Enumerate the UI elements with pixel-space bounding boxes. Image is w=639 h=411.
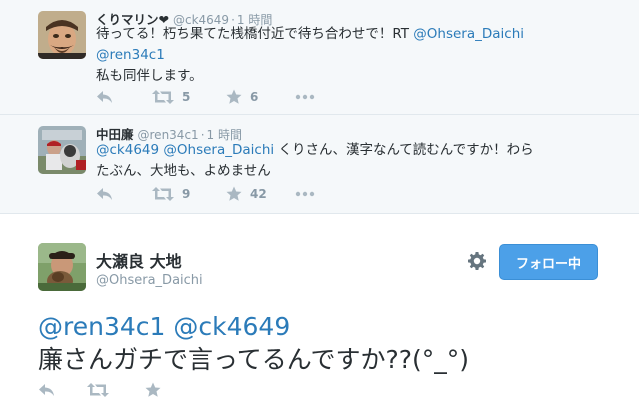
retweet-button[interactable] bbox=[87, 381, 109, 399]
retweet-icon bbox=[87, 383, 109, 397]
screen-name[interactable]: @Ohsera_Daichi bbox=[96, 273, 203, 288]
tweet-text-part: くりさん、漢字なんて読むんですか！わら bbox=[274, 142, 534, 158]
retweet-icon bbox=[152, 90, 174, 104]
gear-icon bbox=[467, 252, 487, 275]
tweet-text-part: 待ってる！朽ち果てた桟橋付近で待ち合わせで！RT bbox=[96, 26, 414, 42]
tweet-text: @ren34c1 @ck4649 廉さんガチで言ってるんですか??(°_°) bbox=[38, 310, 469, 376]
more-button[interactable] bbox=[295, 88, 315, 106]
more-button[interactable] bbox=[295, 185, 315, 203]
retweet-button[interactable]: 9 bbox=[152, 185, 190, 203]
mention-link[interactable]: @Ohsera_Daichi bbox=[413, 26, 524, 42]
retweet-count: 5 bbox=[182, 90, 191, 104]
avatar[interactable] bbox=[38, 11, 86, 59]
favorite-icon bbox=[145, 382, 161, 398]
favorite-count: 42 bbox=[250, 187, 267, 201]
mention-link[interactable]: @ren34c1 bbox=[96, 47, 165, 63]
reply-tweet[interactable]: くりマリン❤ @ck4649 · 1 時間 待ってる！朽ち果てた桟橋付近で待ち合わせで… bbox=[0, 0, 639, 114]
tweet-actions: 9 42 bbox=[96, 185, 356, 203]
retweet-icon bbox=[152, 187, 174, 201]
favorite-button[interactable] bbox=[145, 381, 161, 399]
mention-link[interactable]: @ck4649 bbox=[96, 142, 159, 158]
reply-icon bbox=[96, 90, 114, 104]
tweet-actions bbox=[38, 381, 238, 399]
tweet-text-part: 私も同伴します。 bbox=[96, 68, 203, 84]
mention-link[interactable]: @ck4649 bbox=[173, 312, 290, 341]
favorite-button[interactable]: 6 bbox=[226, 88, 258, 106]
conversation-replies: くりマリン❤ @ck4649 · 1 時間 待ってる！朽ち果てた桟橋付近で待ち合わせで… bbox=[0, 0, 639, 213]
retweet-count: 9 bbox=[182, 187, 191, 201]
reply-button[interactable] bbox=[96, 88, 114, 106]
favorite-count: 6 bbox=[250, 90, 259, 104]
more-icon bbox=[295, 191, 315, 197]
display-name[interactable]: 大瀬良 大地 bbox=[96, 248, 182, 272]
favorite-icon bbox=[226, 186, 242, 202]
favorite-icon bbox=[226, 89, 242, 105]
follow-button[interactable]: フォロー中 bbox=[499, 244, 598, 280]
tweet-text: 待ってる！朽ち果てた桟橋付近で待ち合わせで！RT @Ohsera_Daichi … bbox=[96, 24, 616, 87]
reply-icon bbox=[38, 383, 56, 397]
tweet-text-part: 廉さんガチで言ってるんですか??(°_°) bbox=[38, 345, 470, 374]
mention-link[interactable]: @Ohsera_Daichi bbox=[163, 142, 274, 158]
reply-button[interactable] bbox=[96, 185, 114, 203]
mention-link[interactable]: @ren34c1 bbox=[38, 312, 165, 341]
tweet-text: @ck4649 @Ohsera_Daichi くりさん、漢字なんて読むんですか！… bbox=[96, 140, 616, 182]
user-actions-button[interactable] bbox=[467, 251, 487, 271]
favorite-button[interactable]: 42 bbox=[226, 185, 267, 203]
divider bbox=[0, 213, 639, 214]
avatar[interactable] bbox=[38, 243, 86, 291]
reply-icon bbox=[96, 187, 114, 201]
more-icon bbox=[295, 94, 315, 100]
avatar[interactable] bbox=[38, 126, 86, 174]
tweet-actions: 5 6 bbox=[96, 88, 356, 106]
reply-tweet[interactable]: 中田廉 @ren34c1 · 1 時間 @ck4649 @Ohsera_Daichi … bbox=[0, 115, 639, 212]
retweet-button[interactable]: 5 bbox=[152, 88, 190, 106]
reply-button[interactable] bbox=[38, 381, 56, 399]
tweet-text-part: たぶん、大地も、よめません bbox=[96, 163, 271, 179]
